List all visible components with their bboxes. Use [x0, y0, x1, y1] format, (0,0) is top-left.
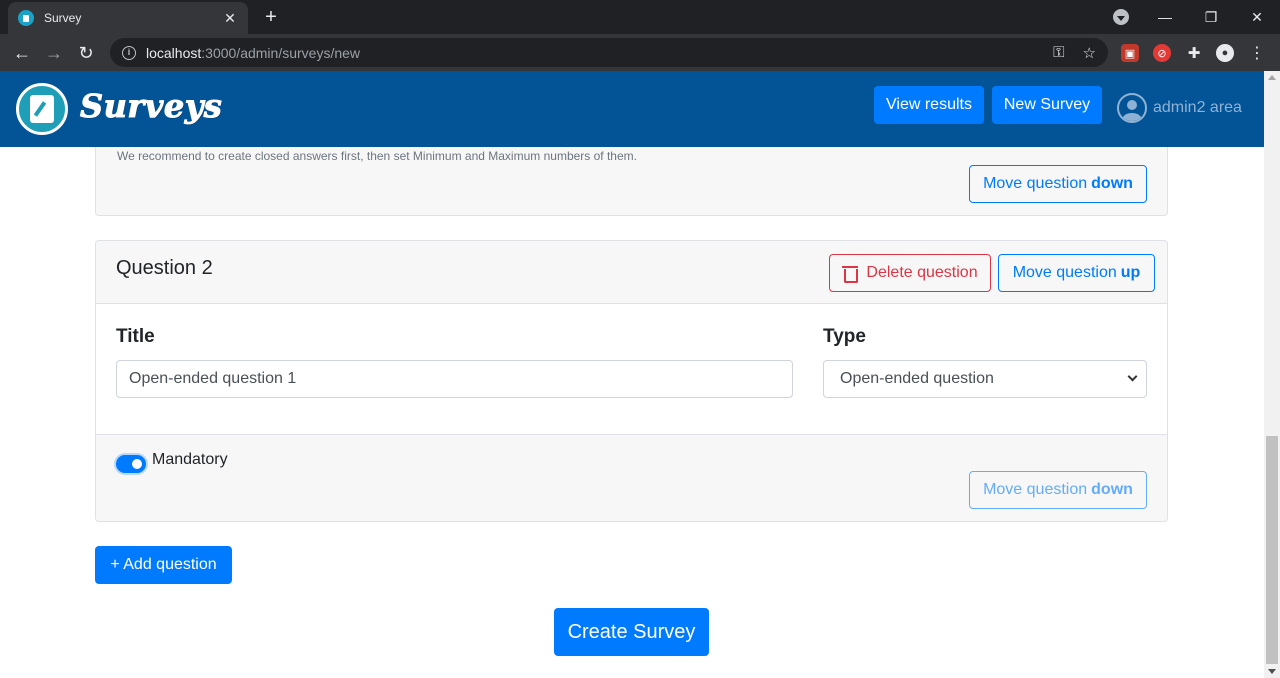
move-down-prefix: Move question [983, 175, 1088, 192]
site-info-icon[interactable]: i [122, 45, 136, 60]
move-up-word: up [1120, 264, 1141, 281]
scroll-thumb[interactable] [1266, 436, 1278, 664]
trash-icon [842, 264, 859, 283]
question-card-1: We recommend to create closed answers fi… [95, 147, 1168, 216]
browser-tab-bar: Survey ✕ + — ❐ ✕ [0, 0, 1280, 34]
url-host: localhost [146, 44, 202, 61]
page-scrollbar[interactable] [1264, 71, 1280, 678]
question-title-input[interactable] [116, 360, 793, 398]
browser-toolbar: ← → ↻ i localhost:3000/admin/surveys/new… [0, 34, 1280, 71]
bookmark-star-icon[interactable]: ☆ [1083, 44, 1096, 62]
restore-icon[interactable]: ❐ [1188, 0, 1234, 34]
survey-logo-icon[interactable] [16, 83, 68, 135]
move-up-prefix: Move question [1012, 264, 1117, 281]
minimize-icon[interactable]: — [1142, 0, 1188, 34]
extension-icon-2[interactable]: ⊘ [1153, 44, 1171, 62]
question-card-2: Question 2 Delete question Move question… [95, 240, 1168, 522]
extension-icon-1[interactable]: ▣ [1121, 44, 1139, 62]
close-tab-icon[interactable]: ✕ [222, 10, 238, 26]
app-header: Surveys View results New Survey admin2 a… [0, 71, 1264, 147]
close-window-icon[interactable]: ✕ [1234, 0, 1280, 34]
mandatory-toggle[interactable] [116, 455, 146, 473]
kebab-menu-icon[interactable]: ⋮ [1248, 44, 1266, 62]
survey-favicon-icon [18, 10, 34, 26]
tab-search-icon[interactable] [1113, 9, 1129, 25]
move-question-down-button[interactable]: Move question down [969, 165, 1147, 203]
question-hint: We recommend to create closed answers fi… [117, 149, 637, 163]
new-survey-button[interactable]: New Survey [992, 86, 1102, 124]
new-tab-icon[interactable]: + [260, 6, 282, 28]
key-icon[interactable]: ⚿ [1053, 44, 1064, 62]
tab-title: Survey [44, 11, 82, 25]
back-arrow-icon[interactable]: ← [8, 39, 36, 67]
question-type-value: Open-ended question [840, 370, 994, 387]
profile-avatar-icon[interactable]: ● [1216, 44, 1234, 62]
browser-tab[interactable]: Survey ✕ [8, 2, 248, 34]
mandatory-label[interactable]: Mandatory [152, 451, 228, 469]
move-question-down-button-disabled[interactable]: Move question down [969, 471, 1147, 509]
puzzle-extensions-icon[interactable]: ✚ [1185, 44, 1203, 62]
move-question-up-button[interactable]: Move question up [998, 254, 1155, 292]
delete-question-button[interactable]: Delete question [829, 254, 991, 292]
forward-arrow-icon[interactable]: → [40, 39, 68, 67]
delete-question-label: Delete question [866, 264, 978, 281]
question-heading: Question 2 [116, 257, 213, 279]
url-path: :3000/admin/surveys/new [201, 44, 361, 61]
create-survey-button[interactable]: Create Survey [554, 608, 709, 656]
logo-text[interactable]: Surveys [79, 87, 222, 126]
chevron-down-icon [1127, 371, 1138, 382]
question-type-select[interactable]: Open-ended question [823, 360, 1147, 398]
title-label: Title [116, 326, 155, 347]
move-down-word: down [1091, 175, 1133, 192]
scroll-up-arrow-icon[interactable] [1268, 75, 1276, 80]
add-question-button[interactable]: + Add question [95, 546, 232, 584]
question-card-body: Title Type Open-ended question [96, 304, 1167, 435]
user-area-label: admin2 area [1153, 99, 1242, 116]
reload-icon[interactable]: ↻ [72, 39, 100, 67]
scroll-down-arrow-icon[interactable] [1268, 669, 1276, 674]
user-area-link[interactable]: admin2 area [1117, 93, 1242, 123]
view-results-button[interactable]: View results [874, 86, 984, 124]
question-card-header: Question 2 Delete question Move question… [96, 241, 1167, 304]
address-bar[interactable]: i localhost:3000/admin/surveys/new ⚿ ☆ [110, 38, 1108, 67]
move-down-prefix: Move question [983, 481, 1088, 498]
user-avatar-icon [1117, 93, 1147, 123]
move-down-word: down [1091, 481, 1133, 498]
type-label: Type [823, 326, 866, 347]
